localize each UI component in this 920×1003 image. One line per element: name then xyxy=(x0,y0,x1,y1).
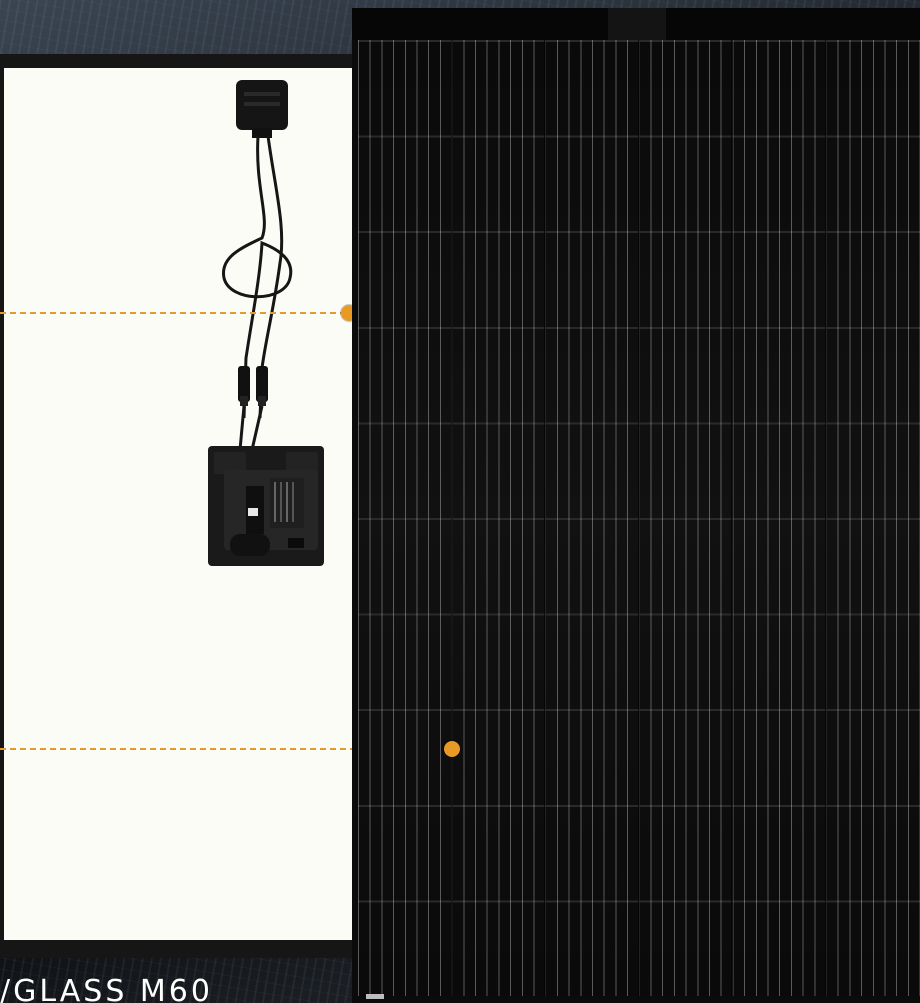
product-caption: /GLASS M60 xyxy=(0,974,213,1003)
callout-dot-icon[interactable] xyxy=(444,741,460,757)
cell-column-gap xyxy=(638,40,640,996)
panel-label-sticker xyxy=(366,994,384,999)
callout-line-upper xyxy=(0,312,346,314)
microinverter-icon xyxy=(208,80,324,566)
panel-frame-top xyxy=(352,8,920,40)
cell-column-gap xyxy=(825,40,827,996)
frame-notch xyxy=(608,8,666,40)
solar-cell-grid xyxy=(358,40,920,996)
panel-front-view xyxy=(352,8,920,1003)
cell-column-gap xyxy=(731,40,733,996)
cell-column-gap xyxy=(451,40,453,996)
cell-column-gap xyxy=(544,40,546,996)
